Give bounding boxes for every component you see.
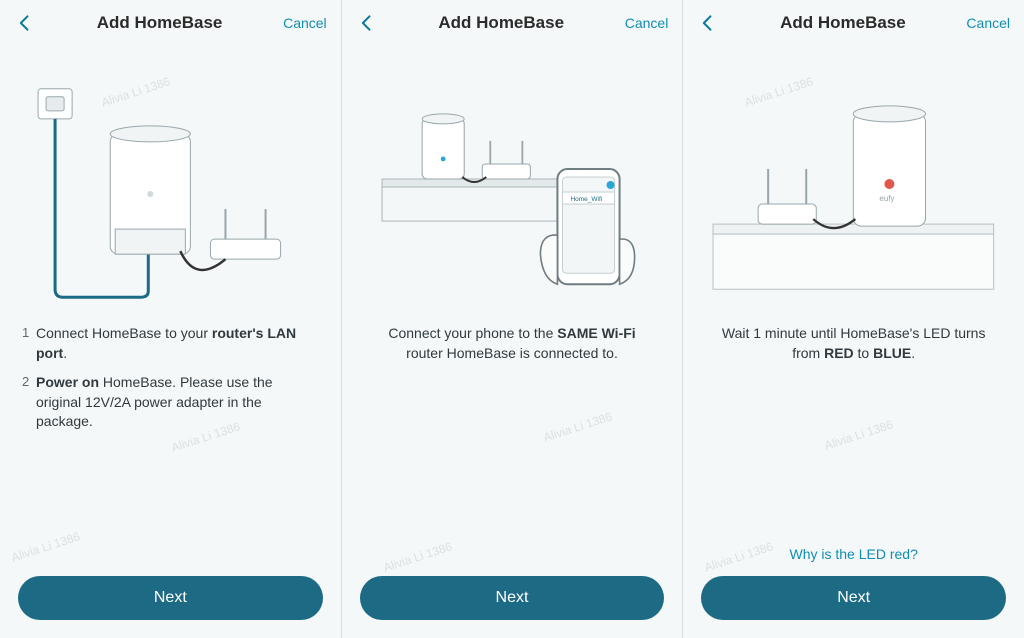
instruction-text: Wait 1 minute until HomeBase's LED turns…	[683, 324, 1024, 363]
setup-step-1-screen: Add HomeBase Cancel	[0, 0, 342, 638]
setup-step-3-screen: Add HomeBase Cancel eufy Wa	[683, 0, 1024, 638]
next-button[interactable]: Next	[701, 576, 1006, 620]
svg-text:Home_Wifi: Home_Wifi	[570, 196, 602, 203]
header: Add HomeBase Cancel	[683, 0, 1024, 44]
header: Add HomeBase Cancel	[342, 0, 683, 44]
cancel-button[interactable]: Cancel	[283, 15, 327, 31]
instruction-step-1: Connect HomeBase to your router's LAN po…	[22, 324, 319, 363]
why-led-red-link[interactable]: Why is the LED red?	[683, 546, 1024, 562]
header: Add HomeBase Cancel	[0, 0, 341, 44]
setup-step-2-screen: Add HomeBase Cancel Home	[342, 0, 684, 638]
back-arrow-icon[interactable]	[697, 12, 719, 34]
page-title: Add HomeBase	[780, 13, 906, 33]
cancel-button[interactable]: Cancel	[966, 15, 1010, 31]
setup-illustration: Home_Wifi	[342, 44, 683, 324]
instruction-text: Connect HomeBase to your router's LAN po…	[0, 324, 341, 442]
instruction-text: Connect your phone to the SAME Wi-Fi rou…	[342, 324, 683, 363]
next-button[interactable]: Next	[360, 576, 665, 620]
cancel-button[interactable]: Cancel	[625, 15, 669, 31]
setup-illustration	[0, 44, 341, 324]
back-arrow-icon[interactable]	[356, 12, 378, 34]
svg-text:eufy: eufy	[880, 194, 895, 203]
page-title: Add HomeBase	[97, 13, 223, 33]
page-title: Add HomeBase	[438, 13, 564, 33]
instruction-step-2: Power on HomeBase. Please use the origin…	[22, 373, 319, 432]
setup-illustration: eufy	[683, 44, 1024, 324]
next-button[interactable]: Next	[18, 576, 323, 620]
back-arrow-icon[interactable]	[14, 12, 36, 34]
